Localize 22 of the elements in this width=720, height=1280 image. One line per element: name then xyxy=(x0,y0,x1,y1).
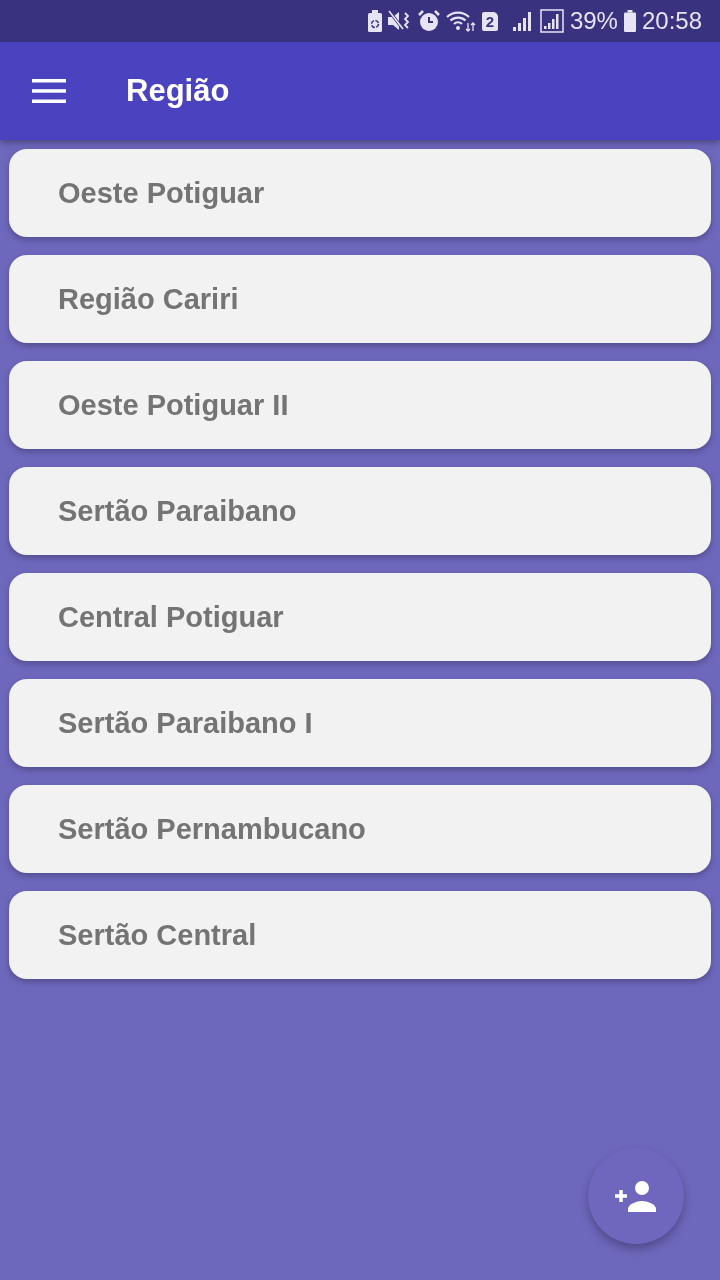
screen-title: Região xyxy=(126,73,230,109)
region-list-item[interactable]: Sertão Pernambucano xyxy=(9,785,711,873)
signal-bars-icon xyxy=(511,10,534,32)
region-list-item[interactable]: Sertão Central xyxy=(9,891,711,979)
battery-icon xyxy=(623,10,636,32)
mute-vibrate-icon xyxy=(387,10,412,32)
battery-saver-icon xyxy=(367,10,382,32)
region-list-item[interactable]: Central Potiguar xyxy=(9,573,711,661)
person-plus-icon xyxy=(615,1180,657,1212)
region-list-item[interactable]: Região Cariri xyxy=(9,255,711,343)
wifi-icon xyxy=(445,10,476,32)
add-person-button[interactable] xyxy=(588,1148,684,1244)
sim-badge: 2 xyxy=(481,11,498,31)
region-list-item[interactable]: Sertão Paraibano I xyxy=(9,679,711,767)
signal-bars-icon xyxy=(539,9,564,33)
menu-icon[interactable] xyxy=(32,79,66,103)
region-list-item[interactable]: Oeste Potiguar II xyxy=(9,361,711,449)
region-list-item[interactable]: Oeste Potiguar xyxy=(9,149,711,237)
region-list-item[interactable]: Sertão Paraibano xyxy=(9,467,711,555)
clock-time: 20:58 xyxy=(641,9,702,33)
alarm-clock-icon xyxy=(417,10,440,32)
battery-percentage: 39% xyxy=(569,9,618,33)
